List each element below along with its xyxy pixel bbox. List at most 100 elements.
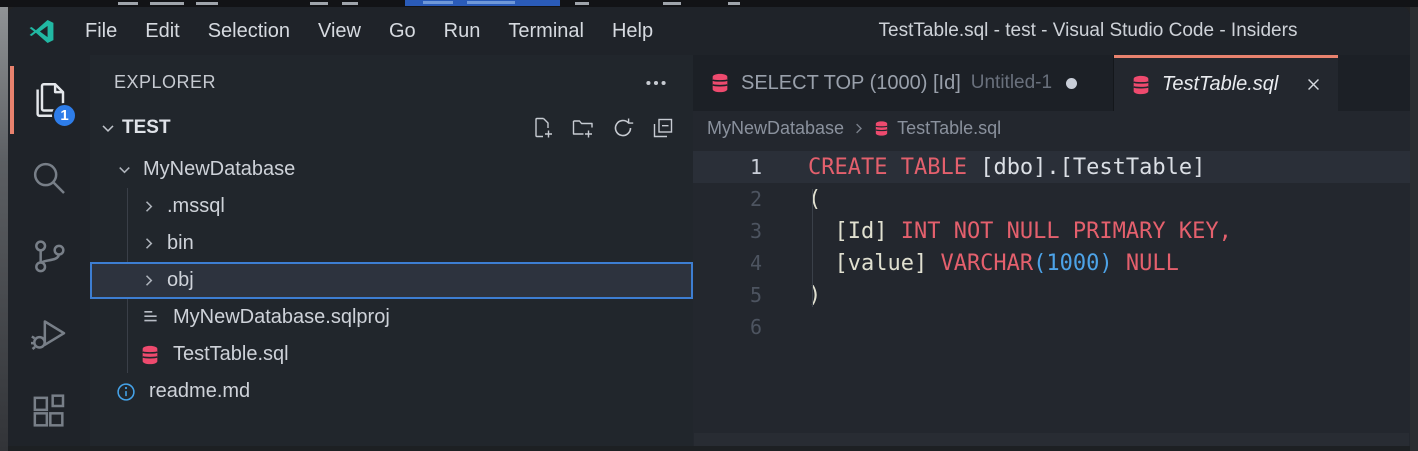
activity-explorer[interactable]: 1 <box>8 61 90 139</box>
tree-item-label: obj <box>167 269 194 292</box>
explorer-sidebar: EXPLORER TEST <box>90 55 693 451</box>
tree-item-label: MyNewDatabase.sqlproj <box>173 306 390 329</box>
explorer-title: EXPLORER <box>114 72 216 93</box>
indent-guide <box>812 189 813 307</box>
window-artifact <box>342 2 358 5</box>
window-bottom-edge <box>8 446 1410 451</box>
tree-item-label: MyNewDatabase <box>143 158 295 181</box>
window-title: TestTable.sql - test - Visual Studio Cod… <box>738 20 1410 42</box>
explorer-actions <box>531 116 675 140</box>
info-icon <box>115 381 137 403</box>
line-number: 3 <box>693 219 808 243</box>
extensions-icon <box>29 392 69 432</box>
vscode-insiders-logo-icon <box>28 18 55 45</box>
line-number: 2 <box>693 187 808 211</box>
chevron-down-icon <box>98 118 118 138</box>
window-artifact <box>118 2 138 5</box>
explorer-header: EXPLORER <box>90 55 693 110</box>
menu-edit[interactable]: Edit <box>131 15 193 48</box>
collapse-folders-button[interactable] <box>651 116 675 140</box>
window-artifact <box>196 2 218 5</box>
database-icon <box>1130 74 1152 96</box>
window-artifact <box>663 2 681 5</box>
explorer-section-header[interactable]: TEST <box>90 110 693 146</box>
menu-selection[interactable]: Selection <box>194 15 304 48</box>
window-artifact <box>728 2 740 5</box>
tree-item-mssql-folder[interactable]: .mssql <box>90 188 693 225</box>
tab-description: Untitled-1 <box>971 72 1052 94</box>
tree-item-label: .mssql <box>167 195 225 218</box>
vscode-window-screenshot: File Edit Selection View Go Run Terminal… <box>0 0 1418 451</box>
tree-item-label: TestTable.sql <box>173 343 289 366</box>
code-line-5: 5 ) <box>693 279 1410 311</box>
activity-search[interactable] <box>8 139 90 217</box>
refresh-icon <box>611 116 635 140</box>
menu-help[interactable]: Help <box>598 15 667 48</box>
tab-testtable-sql-active[interactable]: TestTable.sql <box>1114 55 1338 111</box>
views-more-actions-button[interactable] <box>643 70 669 96</box>
editor-code-area[interactable]: 1 CREATE TABLE [dbo].[TestTable] 2 ( 3 [… <box>693 145 1410 451</box>
workbench: 1 <box>8 55 1410 451</box>
window-artifact <box>150 2 184 5</box>
code-line-2: 2 ( <box>693 183 1410 215</box>
window-artifact-strip <box>0 0 1418 7</box>
menu-terminal[interactable]: Terminal <box>494 15 598 48</box>
source-control-branch-icon <box>29 236 69 276</box>
database-icon <box>709 72 731 94</box>
new-folder-button[interactable] <box>571 116 595 140</box>
close-icon <box>1305 76 1322 93</box>
tree-item-obj-folder-selected[interactable]: obj <box>90 262 693 299</box>
vscode-window: File Edit Selection View Go Run Terminal… <box>8 7 1410 451</box>
tab-title: SELECT TOP (1000) [Id] <box>741 72 961 95</box>
new-folder-icon <box>571 116 595 140</box>
tab-title: TestTable.sql <box>1162 73 1278 96</box>
tree-item-sqlproj-file[interactable]: MyNewDatabase.sqlproj <box>90 299 693 336</box>
chevron-right-icon <box>851 121 866 136</box>
window-frame-edge <box>1410 7 1418 451</box>
explorer-badge: 1 <box>52 103 77 128</box>
chevron-down-icon <box>115 160 137 179</box>
tab-untitled-query[interactable]: SELECT TOP (1000) [Id] Untitled-1 <box>693 55 1114 111</box>
new-file-button[interactable] <box>531 116 555 140</box>
menu-run[interactable]: Run <box>430 15 495 48</box>
database-icon <box>139 344 161 366</box>
tree-item-bin-folder[interactable]: bin <box>90 225 693 262</box>
tree-item-mynewdatabase-folder[interactable]: MyNewDatabase <box>90 151 693 188</box>
chevron-right-icon <box>139 271 161 290</box>
editor-group: SELECT TOP (1000) [Id] Untitled-1 TestTa… <box>693 55 1410 451</box>
line-number: 6 <box>693 315 808 339</box>
chevron-right-icon <box>139 197 161 216</box>
tree-item-readme-md-file[interactable]: readme.md <box>90 373 693 410</box>
menu-bar: File Edit Selection View Go Run Terminal… <box>71 15 667 48</box>
tree-item-testtable-sql-file[interactable]: TestTable.sql <box>90 336 693 373</box>
menu-go[interactable]: Go <box>375 15 430 48</box>
activity-bar: 1 <box>8 55 90 451</box>
file-tree: MyNewDatabase .mssql bin <box>90 151 693 410</box>
close-tab-button[interactable] <box>1305 76 1322 93</box>
modified-dot-icon[interactable] <box>1066 78 1077 89</box>
code-line-3: 3 [Id] INT NOT NULL PRIMARY KEY, <box>693 215 1410 247</box>
activity-run-debug[interactable] <box>8 295 90 373</box>
refresh-explorer-button[interactable] <box>611 116 635 140</box>
workspace-folder-name: TEST <box>122 117 531 139</box>
horizontal-scrollbar[interactable] <box>694 433 1409 446</box>
tree-item-label: bin <box>167 232 194 255</box>
line-number: 4 <box>693 251 808 275</box>
code-line-4: 4 [value] VARCHAR(1000) NULL <box>693 247 1410 279</box>
run-and-debug-icon <box>29 314 69 354</box>
breadcrumb-file[interactable]: TestTable.sql <box>897 118 1001 139</box>
menu-file[interactable]: File <box>71 15 131 48</box>
tree-item-label: readme.md <box>149 380 250 403</box>
activity-extensions[interactable] <box>8 373 90 451</box>
editor-tab-bar: SELECT TOP (1000) [Id] Untitled-1 TestTa… <box>693 55 1410 111</box>
window-artifact-highlight <box>405 0 560 6</box>
collapse-all-icon <box>651 116 675 140</box>
line-number: 5 <box>693 283 808 307</box>
activity-source-control[interactable] <box>8 217 90 295</box>
database-icon <box>873 120 890 137</box>
chevron-right-icon <box>139 234 161 253</box>
code-line-1-current: 1 CREATE TABLE [dbo].[TestTable] <box>693 151 1410 183</box>
title-bar: File Edit Selection View Go Run Terminal… <box>8 7 1410 55</box>
menu-view[interactable]: View <box>304 15 375 48</box>
breadcrumb-folder[interactable]: MyNewDatabase <box>707 118 844 139</box>
